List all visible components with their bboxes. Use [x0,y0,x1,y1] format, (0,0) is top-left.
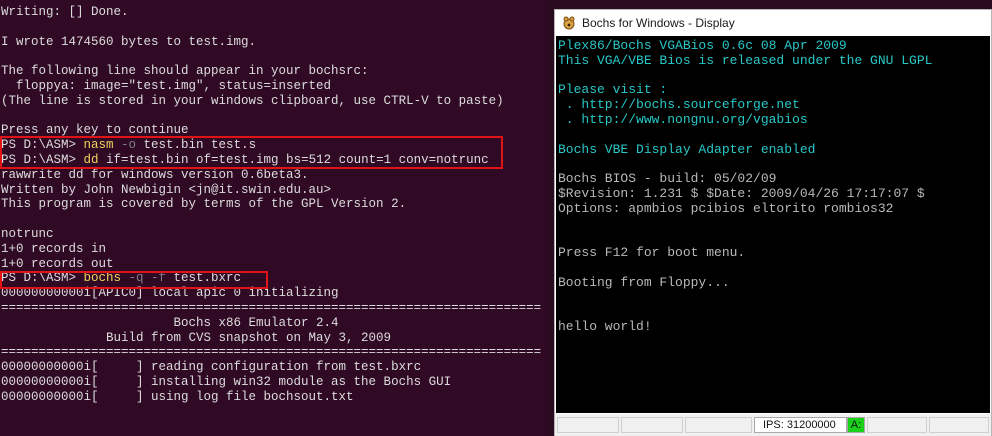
bochs-app-icon [563,16,575,30]
bios-text-line: Please visit : [558,82,668,98]
terminal-output-line: Writing: [] Done. [1,5,129,19]
terminal-output-line: The following line should appear in your… [1,64,369,79]
terminal-output-line: I wrote 1474560 bytes to test.img. [1,34,257,49]
bios-text-line: $Revision: 1.231 $ $Date: 2009/04/26 17:… [558,186,925,201]
emulator-screen[interactable]: Plex86/Bochs VGABios 0.6c 08 Apr 2009 Thi… [556,36,990,413]
status-cell [621,417,683,433]
terminal-output-line: (The line is stored in your windows clip… [1,93,504,108]
terminal-separator: ========================================… [1,345,542,360]
bios-text-line: Plex86/Bochs VGABios 0.6c 08 Apr 2009 [558,38,847,53]
terminal-output-line: 00000000000i[ ] installing win32 module … [1,375,452,389]
status-cell [685,417,752,433]
bios-text-line: Options: apmbios pcibios eltorito rombio… [558,200,894,216]
window-titlebar[interactable]: Bochs for Windows - Display [555,10,991,36]
status-cell [557,417,619,433]
terminal-output-line: 00000000000i[ ] using log file bochsout.… [1,389,354,404]
terminal-output-line: Build from CVS snapshot on May 3, 2009 [1,330,392,345]
window-title: Bochs for Windows - Display [582,16,735,30]
powershell-terminal[interactable]: Writing: [] Done. I wrote 1474560 bytes t… [0,0,548,436]
terminal-output-line: floppya: image="test.img", status=insert… [1,79,332,93]
status-cell [929,417,989,433]
status-bar: IPS: 31200000 A: [555,414,991,436]
bios-text-line: . http://www.nongnu.org/vgabios [558,112,808,127]
bios-text-line: Press F12 for boot menu. [558,245,746,261]
bios-text-line: Bochs BIOS - build: 05/02/09 [558,171,777,187]
command-highlight-box [0,271,268,289]
terminal-output-line: 00000000000i[ ] reading configuration fr… [1,360,422,375]
bios-text-line: hello world! [558,319,652,335]
bochs-display-window[interactable]: Bochs for Windows - Display Plex86/Bochs… [554,9,992,436]
ips-readout: IPS: 31200000 [754,417,847,433]
terminal-output-line: 1+0 records in [1,241,107,256]
terminal-separator: ========================================… [1,301,542,315]
command-highlight-box [0,136,503,169]
terminal-output-line: Bochs x86 Emulator 2.4 [1,315,339,330]
status-cell [867,417,927,433]
terminal-output-line: This program is covered by terms of the … [1,197,407,212]
terminal-output-line: notrunc [1,227,54,241]
bios-text-line: . http://bochs.sourceforge.net [558,97,800,113]
floppy-a-indicator: A: [847,417,865,433]
bios-text-line: This VGA/VBE Bios is released under the … [558,52,933,68]
terminal-output-line: rawwrite dd for windows version 0.6beta3… [1,167,309,182]
terminal-output-line: Written by John Newbigin <jn@it.swin.edu… [1,182,332,197]
terminal-output-line: 1+0 records out [1,256,114,271]
bios-text-line: Bochs VBE Display Adapter enabled [558,141,816,157]
bios-text-line: Booting from Floppy... [558,274,730,290]
